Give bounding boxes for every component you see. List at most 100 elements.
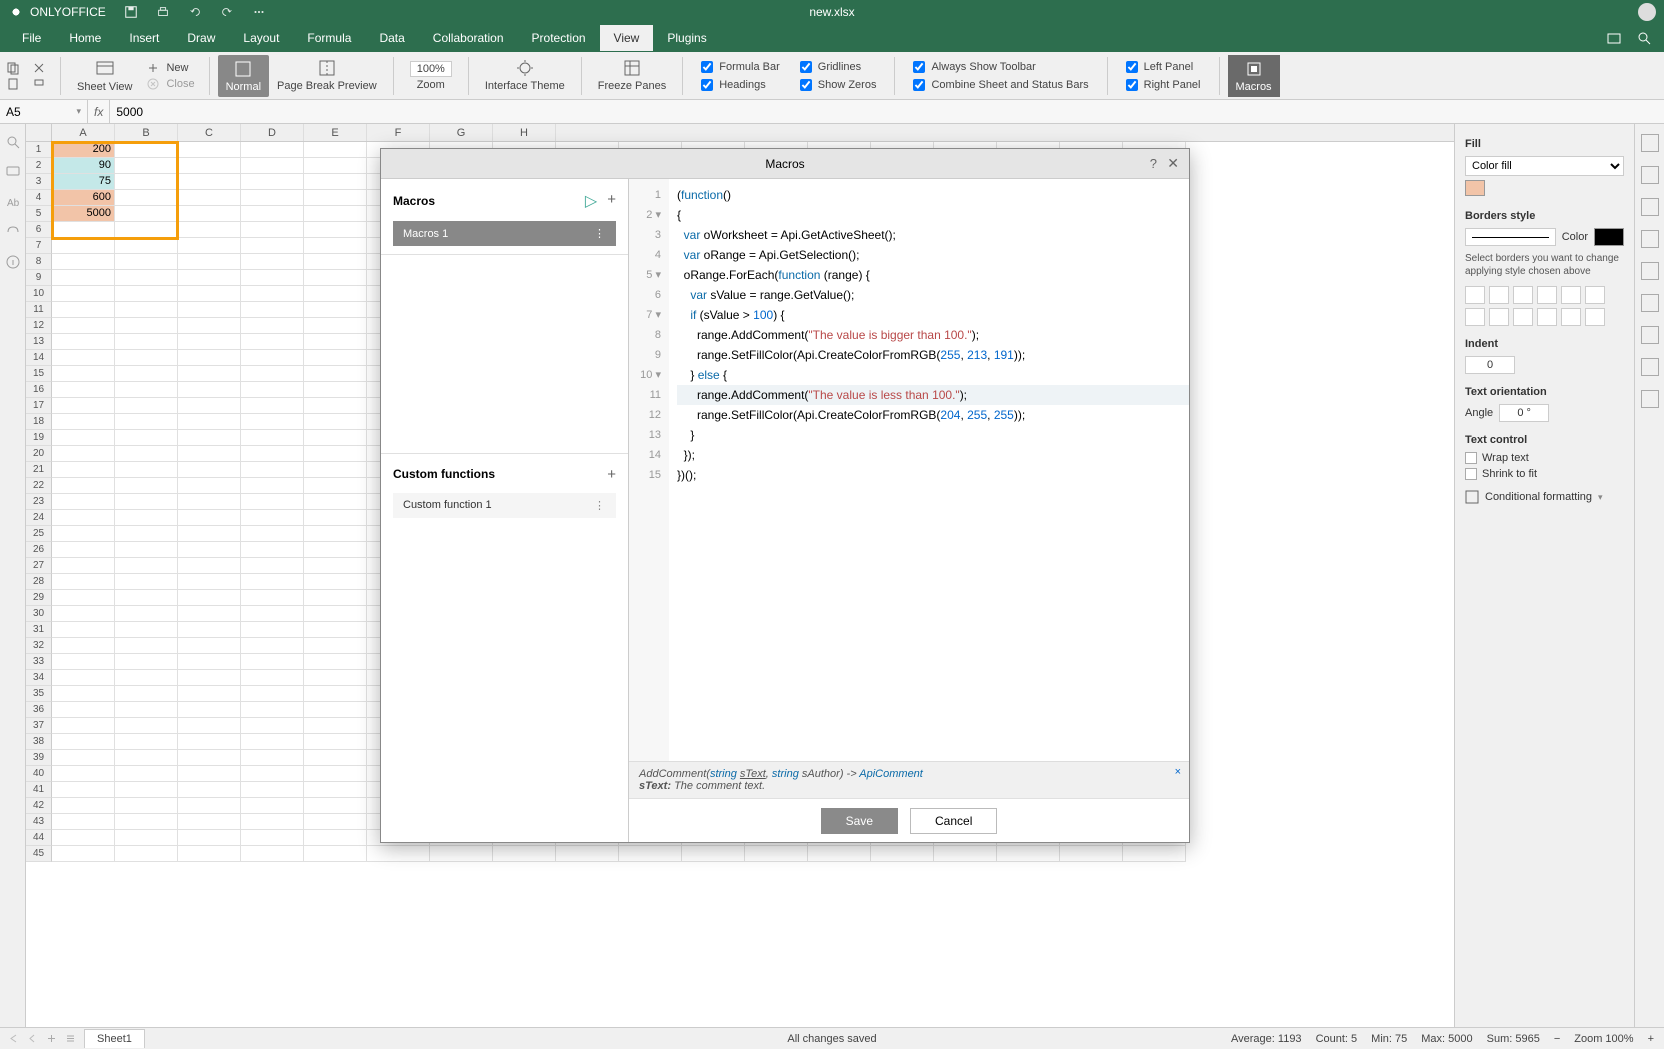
- cell[interactable]: [52, 430, 115, 446]
- cell[interactable]: [52, 478, 115, 494]
- row-header[interactable]: 24: [26, 510, 52, 526]
- check-combine[interactable]: Combine Sheet and Status Bars: [913, 79, 1088, 91]
- cell[interactable]: [115, 574, 178, 590]
- check-left-panel[interactable]: Left Panel: [1126, 61, 1201, 73]
- row-header[interactable]: 35: [26, 686, 52, 702]
- cell[interactable]: 90: [52, 158, 115, 174]
- interface-theme-button[interactable]: Interface Theme: [477, 54, 573, 96]
- cell[interactable]: [304, 846, 367, 862]
- cell[interactable]: [241, 382, 304, 398]
- row-header[interactable]: 26: [26, 542, 52, 558]
- cell[interactable]: [115, 686, 178, 702]
- cell[interactable]: [304, 366, 367, 382]
- cell[interactable]: [52, 238, 115, 254]
- cell[interactable]: [115, 638, 178, 654]
- spellcheck-icon[interactable]: Ab: [5, 194, 21, 210]
- run-macro-icon[interactable]: ▷: [585, 191, 597, 211]
- cell[interactable]: [178, 190, 241, 206]
- cell[interactable]: [52, 542, 115, 558]
- cell[interactable]: [304, 142, 367, 158]
- check-show-zeros[interactable]: Show Zeros: [800, 79, 877, 91]
- cell[interactable]: [52, 814, 115, 830]
- cell[interactable]: [241, 318, 304, 334]
- cell[interactable]: [52, 654, 115, 670]
- freeze-panes-button[interactable]: Freeze Panes: [590, 54, 674, 96]
- row-header[interactable]: 19: [26, 430, 52, 446]
- cell[interactable]: [52, 798, 115, 814]
- cell[interactable]: [304, 430, 367, 446]
- hint-close-icon[interactable]: ×: [1175, 766, 1181, 778]
- cell[interactable]: [178, 702, 241, 718]
- cell[interactable]: [241, 222, 304, 238]
- cell[interactable]: [115, 798, 178, 814]
- modal-titlebar[interactable]: Macros ? ✕: [381, 149, 1189, 179]
- menu-collaboration[interactable]: Collaboration: [419, 25, 518, 51]
- save-icon[interactable]: [124, 5, 138, 19]
- cell[interactable]: [178, 798, 241, 814]
- cell[interactable]: [115, 830, 178, 846]
- info-icon[interactable]: [5, 254, 21, 270]
- cell[interactable]: [52, 350, 115, 366]
- view-normal-button[interactable]: Normal: [218, 55, 269, 97]
- cell[interactable]: [52, 718, 115, 734]
- cell[interactable]: [52, 446, 115, 462]
- cell[interactable]: [304, 558, 367, 574]
- cell[interactable]: [304, 574, 367, 590]
- cell[interactable]: [304, 446, 367, 462]
- border-btn[interactable]: [1465, 308, 1485, 326]
- cell[interactable]: [808, 846, 871, 862]
- cell[interactable]: [178, 414, 241, 430]
- slicer-settings-icon[interactable]: [1641, 358, 1659, 376]
- cell[interactable]: [304, 414, 367, 430]
- border-btn[interactable]: [1465, 286, 1485, 304]
- cell-reference[interactable]: A5▾: [0, 100, 88, 123]
- add-sheet-icon[interactable]: [46, 1033, 57, 1044]
- cell[interactable]: [241, 494, 304, 510]
- col-header[interactable]: F: [367, 124, 430, 141]
- row-header[interactable]: 39: [26, 750, 52, 766]
- row-header[interactable]: 27: [26, 558, 52, 574]
- cell[interactable]: 75: [52, 174, 115, 190]
- menu-view[interactable]: View: [600, 25, 654, 51]
- cell[interactable]: [52, 750, 115, 766]
- cell[interactable]: [178, 478, 241, 494]
- cell[interactable]: [241, 174, 304, 190]
- check-formula-bar[interactable]: Formula Bar: [701, 61, 780, 73]
- macro-list-item[interactable]: Macros 1 ⋮: [393, 221, 616, 246]
- cell[interactable]: [115, 206, 178, 222]
- shrink-fit-check[interactable]: Shrink to fit: [1465, 468, 1624, 480]
- cell[interactable]: [115, 654, 178, 670]
- cell[interactable]: [178, 542, 241, 558]
- border-btn[interactable]: [1513, 308, 1533, 326]
- cell[interactable]: [115, 494, 178, 510]
- row-header[interactable]: 4: [26, 190, 52, 206]
- cell[interactable]: [115, 158, 178, 174]
- cell[interactable]: [178, 382, 241, 398]
- border-btn[interactable]: [1561, 308, 1581, 326]
- cell[interactable]: [178, 718, 241, 734]
- cell[interactable]: [178, 430, 241, 446]
- row-header[interactable]: 38: [26, 734, 52, 750]
- menu-layout[interactable]: Layout: [229, 25, 293, 51]
- cell[interactable]: [115, 142, 178, 158]
- wrap-text-check[interactable]: Wrap text: [1465, 452, 1624, 464]
- cell[interactable]: [304, 638, 367, 654]
- zoom-out-icon[interactable]: −: [1554, 1033, 1560, 1045]
- fill-type-select[interactable]: Color fill: [1465, 156, 1624, 176]
- row-header[interactable]: 33: [26, 654, 52, 670]
- cell[interactable]: [115, 766, 178, 782]
- row-header[interactable]: 44: [26, 830, 52, 846]
- new-view-button[interactable]: New: [146, 61, 194, 75]
- cell[interactable]: [52, 702, 115, 718]
- border-color-picker[interactable]: [1594, 228, 1624, 246]
- row-header[interactable]: 15: [26, 366, 52, 382]
- signature-settings-icon[interactable]: [1641, 390, 1659, 408]
- cell[interactable]: [178, 206, 241, 222]
- cell[interactable]: [241, 798, 304, 814]
- user-avatar[interactable]: [1638, 3, 1656, 21]
- cell[interactable]: [241, 478, 304, 494]
- cell[interactable]: [115, 446, 178, 462]
- row-header[interactable]: 7: [26, 238, 52, 254]
- col-header[interactable]: A: [52, 124, 115, 141]
- cell[interactable]: [52, 558, 115, 574]
